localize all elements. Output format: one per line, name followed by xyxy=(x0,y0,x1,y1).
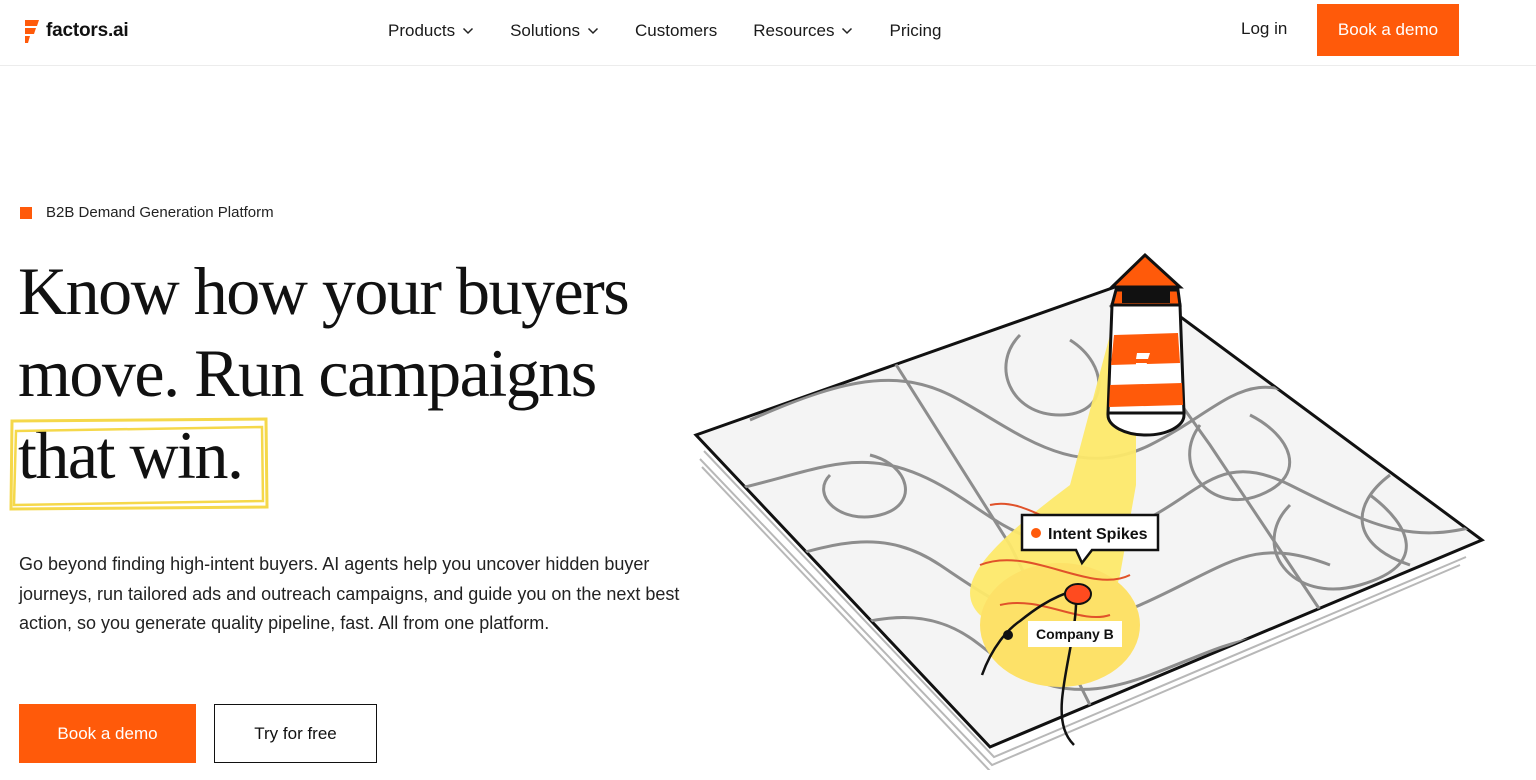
chevron-down-icon xyxy=(842,27,853,35)
company-b-label: Company B xyxy=(1036,626,1114,642)
main-nav: Products Solutions Customers Resources P… xyxy=(388,0,977,62)
nav-item-customers[interactable]: Customers xyxy=(635,21,717,41)
nav-item-pricing[interactable]: Pricing xyxy=(889,21,941,41)
hero-subcopy: Go beyond finding high-intent buyers. AI… xyxy=(19,554,680,633)
headline-line-2: move. Run campaigns xyxy=(18,335,597,411)
book-demo-hero-button[interactable]: Book a demo xyxy=(19,704,196,763)
factors-logo-icon xyxy=(25,20,39,43)
eyebrow-text: B2B Demand Generation Platform xyxy=(46,204,274,221)
nav-item-solutions[interactable]: Solutions xyxy=(510,21,599,41)
try-free-button[interactable]: Try for free xyxy=(214,704,377,763)
nav-item-resources[interactable]: Resources xyxy=(753,21,853,41)
logo-link[interactable]: factors.ai xyxy=(22,17,129,45)
lighthouse xyxy=(1106,252,1186,437)
eyebrow: B2B Demand Generation Platform xyxy=(20,204,274,221)
chevron-down-icon xyxy=(588,27,599,35)
nav-label: Resources xyxy=(753,21,835,40)
nav-item-products[interactable]: Products xyxy=(388,21,474,41)
intent-spikes-label: Intent Spikes xyxy=(1048,526,1148,543)
nav-label: Customers xyxy=(635,21,718,40)
company-b-label-box: Company B xyxy=(1028,621,1122,647)
login-link[interactable]: Log in xyxy=(1241,19,1287,39)
nav-label: Pricing xyxy=(889,21,942,40)
lighthouse-map-illustration: Intent Spikes Company B xyxy=(693,252,1486,770)
headline-line-1: Know how your buyers xyxy=(18,253,630,329)
headline-line-3: that win. xyxy=(18,417,244,493)
hero-headline: Know how your buyers move. Run campaigns… xyxy=(18,250,718,496)
book-demo-header-button[interactable]: Book a demo xyxy=(1317,4,1459,56)
chevron-down-icon xyxy=(463,27,474,35)
site-header: factors.ai Products Solutions Customers … xyxy=(0,0,1536,66)
logo-text: factors.ai xyxy=(46,20,129,41)
nav-label: Solutions xyxy=(510,21,581,40)
intent-dot-icon xyxy=(1031,528,1041,538)
nav-label: Products xyxy=(388,21,456,40)
eyebrow-square-icon xyxy=(20,206,32,219)
